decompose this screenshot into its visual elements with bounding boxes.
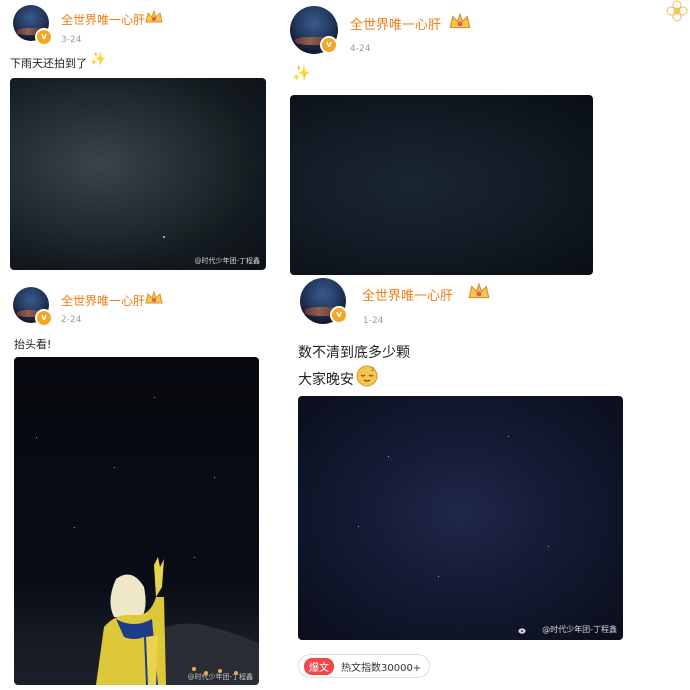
- username[interactable]: 全世界唯一心肝: [362, 285, 453, 304]
- crown-badge-icon: [145, 10, 163, 23]
- post-photo[interactable]: @时代少年团-丁程鑫: [10, 78, 266, 270]
- post-photo[interactable]: @时代少年团-丁程鑫: [14, 357, 259, 685]
- person-figure: [96, 557, 166, 685]
- verified-v-icon: v: [320, 36, 338, 54]
- post-date: 2-24: [61, 315, 82, 325]
- post-text-line1: 数不清到底多少颗: [298, 345, 410, 361]
- sparkle-emoji-icon: ✨: [90, 52, 107, 67]
- hot-article-tag[interactable]: 爆文 热文指数30000+: [298, 654, 431, 678]
- post-date: 3-24: [61, 35, 82, 45]
- username[interactable]: 全世界唯一心肝: [61, 292, 145, 309]
- verified-v-icon: v: [35, 309, 53, 327]
- post-photo[interactable]: [290, 95, 593, 275]
- sleepy-face-emoji-icon: z: [356, 365, 378, 387]
- verified-v-icon: v: [330, 306, 348, 324]
- username[interactable]: 全世界唯一心肝: [350, 14, 441, 33]
- photo-watermark: @时代少年团-丁程鑫: [187, 673, 253, 681]
- verified-v-icon: v: [35, 28, 53, 46]
- post-card-3: v 全世界唯一心肝 2-24 抬头看! @时代少年团-丁程鑫: [0, 280, 280, 690]
- post-date: 1-24: [363, 316, 384, 326]
- post-text: 下雨天还拍到了: [10, 57, 87, 70]
- crown-badge-icon: [468, 283, 490, 299]
- post-text-line2: 大家晚安: [298, 372, 354, 388]
- photo-watermark: @时代少年团-丁程鑫: [542, 625, 617, 634]
- username[interactable]: 全世界唯一心肝: [61, 11, 145, 28]
- crown-badge-icon: [145, 291, 163, 304]
- post-date: 4-24: [350, 44, 371, 54]
- hot-index-text: 热文指数30000+: [341, 662, 422, 674]
- photo-watermark: @时代少年团-丁程鑫: [194, 257, 260, 265]
- crown-badge-icon: [449, 13, 471, 29]
- weibo-logo-icon: [518, 628, 526, 634]
- post-card-1: v 全世界唯一心肝 3-24 下雨天还拍到了 ✨ @时代少年团-丁程鑫: [0, 0, 280, 280]
- hot-pill-badge: 爆文: [304, 657, 334, 675]
- post-text: 抬头看!: [14, 338, 52, 351]
- post-card-4: v 全世界唯一心肝 1-24 数不清到底多少颗 大家晚安 z @时代少年团-丁程…: [280, 270, 690, 690]
- sparkle-emoji-icon: ✨: [292, 64, 311, 82]
- svg-text:z: z: [371, 366, 374, 373]
- post-photo[interactable]: @时代少年团-丁程鑫: [298, 396, 623, 640]
- post-card-2: v 全世界唯一心肝 4-24 ✨: [280, 0, 690, 280]
